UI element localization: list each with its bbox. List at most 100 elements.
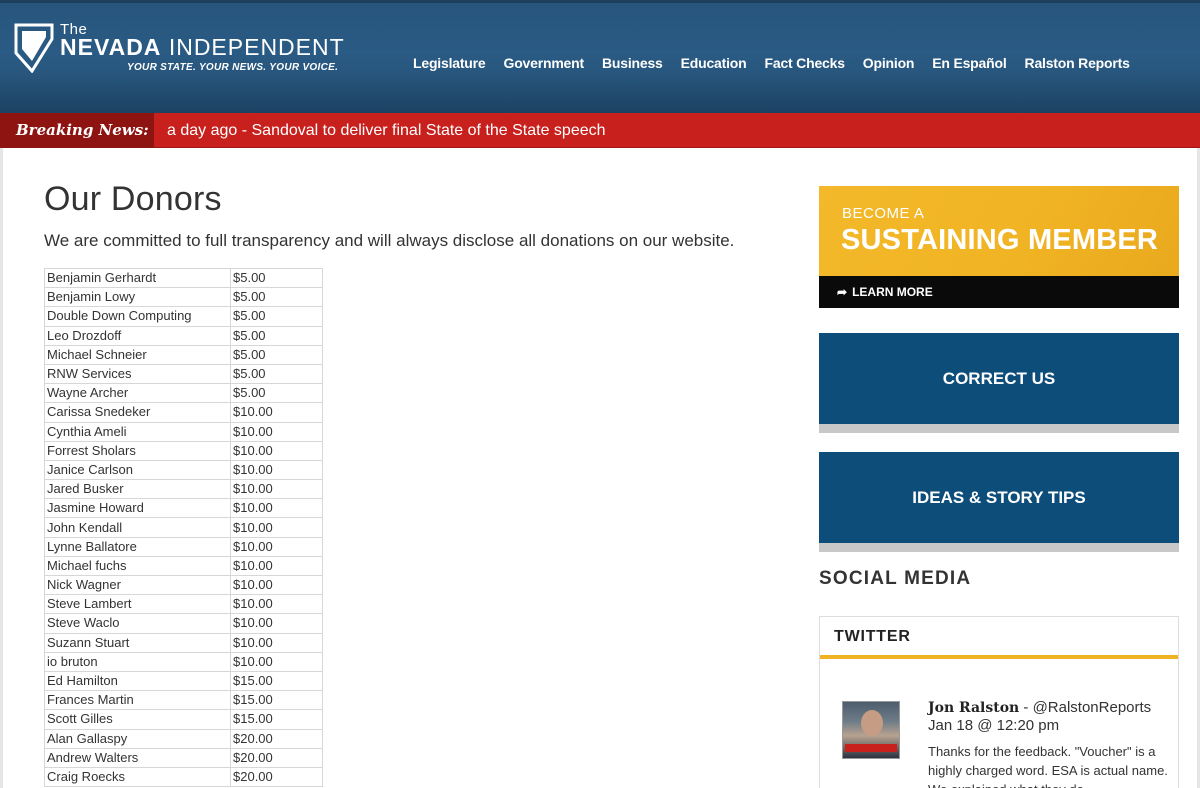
- donor-amount: $5.00: [230, 363, 323, 385]
- logo-wordmark: NEVADA INDEPENDENT: [60, 34, 345, 60]
- avatar[interactable]: [842, 701, 900, 759]
- nav-opinion[interactable]: Opinion: [854, 55, 923, 71]
- twitter-widget: TWITTER Jon Ralston - @RalstonReports Ja…: [819, 616, 1179, 788]
- ideas-story-tips-label: IDEAS & STORY TIPS: [912, 488, 1086, 507]
- sustain-kicker: BECOME A: [842, 205, 925, 222]
- donor-name: Cynthia Ameli: [44, 421, 231, 442]
- table-row: Steve Waclo $10.00: [44, 613, 323, 634]
- nav-ralston-reports[interactable]: Ralston Reports: [1016, 55, 1139, 71]
- donor-name: io bruton: [44, 651, 231, 672]
- nav-legislature[interactable]: Legislature: [404, 55, 495, 71]
- donor-amount: $5.00: [230, 287, 323, 308]
- donor-name: Janice Carlson: [44, 459, 231, 481]
- donor-name: Michael Schneier: [44, 344, 231, 365]
- donor-amount: $20.00: [230, 728, 323, 749]
- donor-amount: $5.00: [230, 344, 323, 365]
- donor-amount: $10.00: [230, 479, 323, 500]
- nav-fact-checks[interactable]: Fact Checks: [756, 55, 854, 71]
- table-row: Michael fuchs $10.00: [44, 555, 323, 577]
- table-row: Wayne Archer $5.00: [44, 383, 323, 404]
- donor-name: Steve Lambert: [44, 594, 231, 615]
- nav-government[interactable]: Government: [495, 55, 593, 71]
- donor-name: RNW Services: [44, 363, 231, 385]
- table-row: Benjamin Gerhardt $5.00: [44, 267, 323, 289]
- donor-amount: $10.00: [230, 459, 323, 481]
- nav-en-espanol[interactable]: En Español: [923, 55, 1015, 71]
- donor-name: Forrest Sholars: [44, 440, 231, 461]
- table-row: Lynne Ballatore $10.00: [44, 536, 323, 557]
- donor-name: John Kendall: [44, 517, 231, 538]
- nav-business[interactable]: Business: [593, 55, 672, 71]
- donor-name: Jared Busker: [44, 479, 231, 500]
- donor-amount: $10.00: [230, 632, 323, 653]
- tweet-author[interactable]: Jon Ralston - @RalstonReports: [928, 699, 1172, 716]
- donor-name: Benjamin Gerhardt: [44, 267, 231, 289]
- table-row: Michael Schneier $5.00: [44, 344, 323, 365]
- donor-amount: $10.00: [230, 574, 323, 596]
- donor-amount: $10.00: [230, 536, 323, 557]
- donor-amount: $5.00: [230, 325, 323, 346]
- donor-amount: $5.00: [230, 306, 323, 327]
- table-row: Ed Hamilton $15.00: [44, 670, 323, 692]
- page-title: Our Donors: [44, 180, 222, 218]
- ideas-story-tips-button[interactable]: IDEAS & STORY TIPS: [819, 452, 1179, 552]
- page-frame-left: [0, 148, 3, 788]
- table-row: Suzann Stuart $10.00: [44, 632, 323, 653]
- donor-amount: $10.00: [230, 594, 323, 615]
- table-row: Cynthia Ameli $10.00: [44, 421, 323, 442]
- donor-amount: $20.00: [230, 747, 323, 768]
- site-header: The NEVADA INDEPENDENT YOUR STATE. YOUR …: [0, 0, 1200, 113]
- table-row: io bruton $10.00: [44, 651, 323, 672]
- donor-name: Andrew Walters: [44, 747, 231, 768]
- table-row: Craig Roecks $20.00: [44, 766, 323, 788]
- table-row: Jasmine Howard $10.00: [44, 498, 323, 519]
- donor-amount: $15.00: [230, 670, 323, 692]
- learn-more-link[interactable]: ➦ LEARN MORE: [819, 276, 1179, 308]
- correct-us-button[interactable]: CORRECT US: [819, 333, 1179, 433]
- table-row: Steve Lambert $10.00: [44, 594, 323, 615]
- table-row: Jared Busker $10.00: [44, 479, 323, 500]
- sustain-title: SUSTAINING MEMBER: [841, 224, 1159, 256]
- table-row: Benjamin Lowy $5.00: [44, 287, 323, 308]
- tweet-date[interactable]: Jan 18 @ 12:20 pm: [928, 717, 1172, 734]
- donor-table: Benjamin Gerhardt $5.00 Benjamin Lowy $5.00…: [44, 267, 323, 788]
- breaking-news-headline[interactable]: a day ago - Sandoval to deliver final St…: [167, 113, 606, 148]
- share-arrow-icon: ➦: [837, 285, 848, 299]
- donor-amount: $10.00: [230, 651, 323, 672]
- donor-name: Ed Hamilton: [44, 670, 231, 692]
- donor-name: Steve Waclo: [44, 613, 231, 634]
- table-row: Carissa Snedeker $10.00: [44, 402, 323, 423]
- donor-name: Michael fuchs: [44, 555, 231, 577]
- donor-amount: $10.00: [230, 498, 323, 519]
- donor-name: Craig Roecks: [44, 766, 231, 788]
- sustaining-member-banner[interactable]: BECOME A SUSTAINING MEMBER ➦ LEARN MORE: [819, 186, 1179, 308]
- tweet-handle: - @RalstonReports: [1019, 699, 1152, 716]
- tweet-text: Thanks for the feedback. "Voucher" is a …: [928, 744, 1168, 788]
- donor-amount: $10.00: [230, 517, 323, 538]
- table-row: Double Down Computing $5.00: [44, 306, 323, 327]
- twitter-heading: TWITTER: [820, 617, 1178, 659]
- table-row: Janice Carlson $10.00: [44, 459, 323, 481]
- table-row: Scott Gilles $15.00: [44, 709, 323, 730]
- nav-education[interactable]: Education: [672, 55, 756, 71]
- donor-name: Alan Gallaspy: [44, 728, 231, 749]
- donor-amount: $15.00: [230, 709, 323, 730]
- table-row: Forrest Sholars $10.00: [44, 440, 323, 461]
- donor-amount: $5.00: [230, 267, 323, 289]
- tweet-body: Jon Ralston - @RalstonReports Jan 18 @ 1…: [928, 699, 1172, 788]
- sustaining-member-graphic: BECOME A SUSTAINING MEMBER: [819, 186, 1179, 276]
- social-media-heading: SOCIAL MEDIA: [819, 568, 972, 589]
- donor-name: Suzann Stuart: [44, 632, 231, 653]
- main-content: Our Donors We are committed to full tran…: [44, 180, 784, 251]
- donor-amount: $15.00: [230, 690, 323, 711]
- donor-amount: $20.00: [230, 766, 323, 788]
- tweet-author-name: Jon Ralston: [928, 700, 1020, 716]
- donor-name: Scott Gilles: [44, 709, 231, 730]
- site-logo[interactable]: The NEVADA INDEPENDENT YOUR STATE. YOUR …: [14, 19, 344, 79]
- learn-more-label: LEARN MORE: [852, 285, 933, 299]
- donor-amount: $5.00: [230, 383, 323, 404]
- breaking-news-label: Breaking News:: [0, 113, 154, 148]
- main-nav: Legislature Government Business Educatio…: [404, 55, 1139, 71]
- correct-us-label: CORRECT US: [942, 369, 1056, 388]
- donor-name: Leo Drozdoff: [44, 325, 231, 346]
